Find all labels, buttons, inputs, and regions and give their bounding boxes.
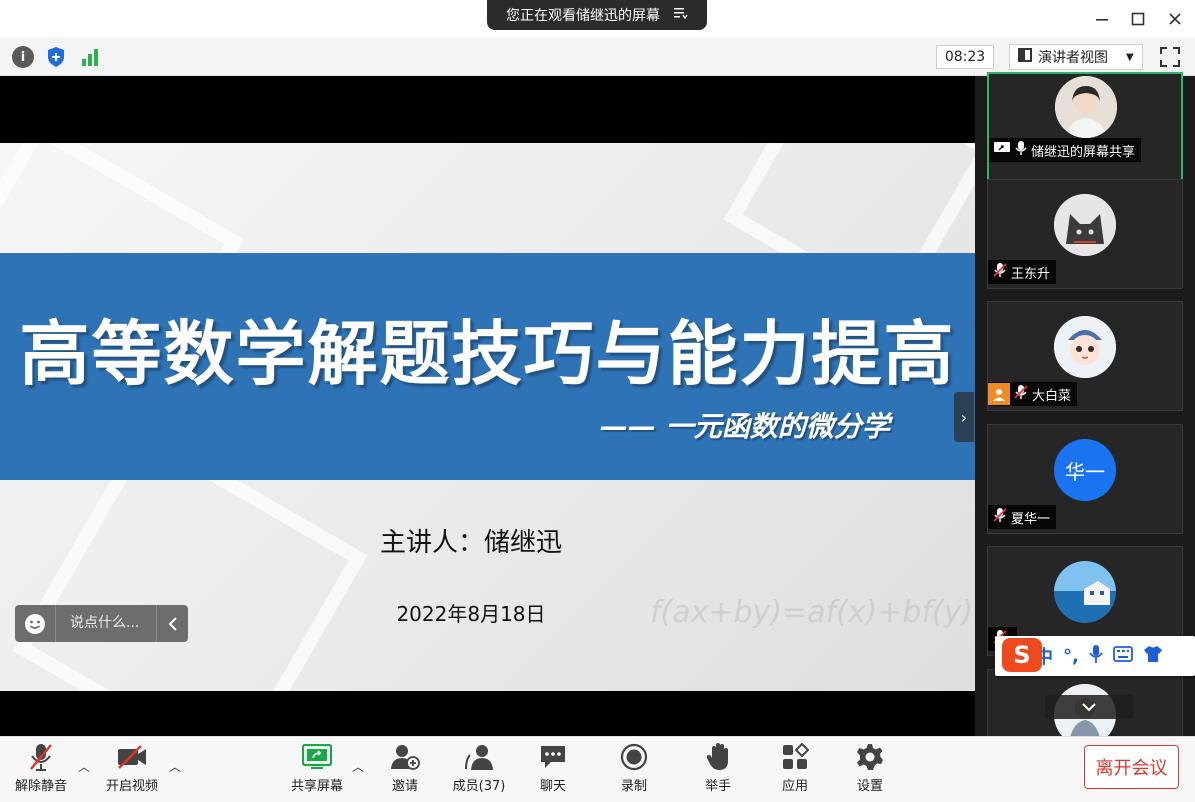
chevron-down-icon: ▼ <box>1126 51 1134 63</box>
participant-tile[interactable]: 华一 夏华一 <box>987 424 1183 534</box>
add-user-icon <box>390 742 420 772</box>
avatar <box>1054 316 1116 378</box>
microphone-muted-icon <box>1013 384 1029 404</box>
participant-name: 大白菜 <box>1032 388 1072 404</box>
hand-icon <box>705 742 731 772</box>
screen-share-icon <box>993 141 1011 159</box>
microphone-icon <box>1014 140 1028 160</box>
screen-share-notice[interactable]: 您正在观看储继迅的屏幕 <box>487 0 707 30</box>
microphone-muted-icon <box>992 507 1008 527</box>
participant-name: 夏华一 <box>1011 511 1051 527</box>
participant-name: 储继迅的屏幕共享 <box>1031 144 1136 160</box>
host-icon <box>988 383 1010 405</box>
participant-tile-screen-share[interactable]: 储继迅的屏幕共享 <box>987 72 1183 182</box>
emoji-icon[interactable] <box>15 605 55 642</box>
record-label: 录制 <box>620 779 647 794</box>
chevron-left-icon[interactable] <box>156 605 188 642</box>
members-button[interactable]: 成员(37) <box>449 742 509 794</box>
leave-meeting-button[interactable]: 离开会议 <box>1084 745 1179 789</box>
participant-nametag: 储继迅的屏幕共享 <box>989 138 1142 162</box>
scroll-down-button[interactable] <box>1045 695 1133 719</box>
settings-label: 设置 <box>856 779 883 794</box>
chat-icon <box>539 742 567 772</box>
list-icon[interactable] <box>674 7 688 23</box>
chevron-up-icon[interactable]: ︿ <box>168 756 182 776</box>
participant-nametag: 大白菜 <box>988 382 1078 406</box>
avatar <box>1055 76 1117 138</box>
slide-subtitle: —— 一元函数的微分学 <box>600 410 890 443</box>
raise-hand-button[interactable]: 举手 <box>698 742 738 794</box>
members-label: 成员(37) <box>452 779 506 794</box>
signal-bars-icon[interactable] <box>79 46 101 68</box>
view-mode-label: 演讲者视图 <box>1038 50 1108 66</box>
unmute-button[interactable]: 解除静音 <box>12 742 70 794</box>
chevron-up-icon[interactable]: ︿ <box>77 756 91 776</box>
shield-icon[interactable] <box>45 46 67 68</box>
chat-quick-input[interactable]: 说点什么... <box>15 605 188 642</box>
minimize-icon[interactable] <box>1087 6 1117 32</box>
chevron-right-icon: › <box>960 407 968 427</box>
gear-icon <box>856 742 884 772</box>
raise-hand-label: 举手 <box>704 779 731 794</box>
panel-collapse-toggle[interactable]: › <box>954 392 974 442</box>
microphone-icon[interactable] <box>1089 644 1103 669</box>
share-screen-label: 共享屏幕 <box>290 779 343 794</box>
participant-tile[interactable]: 王东升 <box>987 179 1183 289</box>
microphone-muted-icon <box>28 742 54 772</box>
info-icon[interactable]: i <box>12 46 34 68</box>
meeting-timer: 08:23 <box>936 45 994 69</box>
ime-logo[interactable]: S <box>1002 638 1042 672</box>
share-notice-text: 您正在观看储继迅的屏幕 <box>506 8 660 24</box>
invite-button[interactable]: 邀请 <box>385 742 425 794</box>
shirt-icon[interactable] <box>1143 645 1163 668</box>
slide-title: 高等数学解题技巧与能力提高 <box>19 313 956 395</box>
avatar <box>1054 561 1116 623</box>
record-icon <box>620 742 648 772</box>
slide-presenter: 主讲人：储继迅 <box>379 528 562 558</box>
chat-label: 聊天 <box>539 779 566 794</box>
slide-formula-watermark: f(ax+by)=af(x)+bf(y) <box>650 595 974 630</box>
share-screen-icon <box>302 742 332 772</box>
avatar: 华一 <box>1054 439 1116 501</box>
chevron-up-icon[interactable]: ︿ <box>351 756 365 776</box>
view-mode-select[interactable]: 演讲者视图 ▼ <box>1009 44 1143 70</box>
apps-label: 应用 <box>781 779 808 794</box>
maximize-icon[interactable] <box>1123 6 1153 32</box>
settings-button[interactable]: 设置 <box>850 742 890 794</box>
layout-icon <box>1018 48 1032 66</box>
participant-nametag: 夏华一 <box>988 505 1057 529</box>
start-video-button[interactable]: 开启视频 <box>103 742 161 794</box>
record-button[interactable]: 录制 <box>614 742 654 794</box>
ime-punctuation-toggle[interactable]: °, <box>1063 646 1079 667</box>
close-icon[interactable] <box>1160 6 1190 32</box>
chat-button[interactable]: 聊天 <box>533 742 573 794</box>
unmute-label: 解除静音 <box>14 779 67 794</box>
camera-off-icon <box>116 742 148 772</box>
keyboard-icon[interactable] <box>1112 645 1133 667</box>
participant-tile[interactable]: 大白菜 <box>987 301 1183 411</box>
participant-name: 王东升 <box>1011 266 1051 282</box>
chat-placeholder[interactable]: 说点什么... <box>55 605 156 642</box>
apps-icon <box>781 742 809 772</box>
users-icon <box>464 742 494 772</box>
start-video-label: 开启视频 <box>105 779 158 794</box>
invite-label: 邀请 <box>391 779 418 794</box>
chevron-down-icon <box>1082 703 1096 712</box>
avatar <box>1054 194 1116 256</box>
microphone-muted-icon <box>992 262 1008 282</box>
participant-nametag: 王东升 <box>988 260 1057 284</box>
apps-button[interactable]: 应用 <box>775 742 815 794</box>
share-screen-button[interactable]: 共享屏幕 <box>288 742 346 794</box>
fullscreen-icon[interactable] <box>1158 45 1182 69</box>
